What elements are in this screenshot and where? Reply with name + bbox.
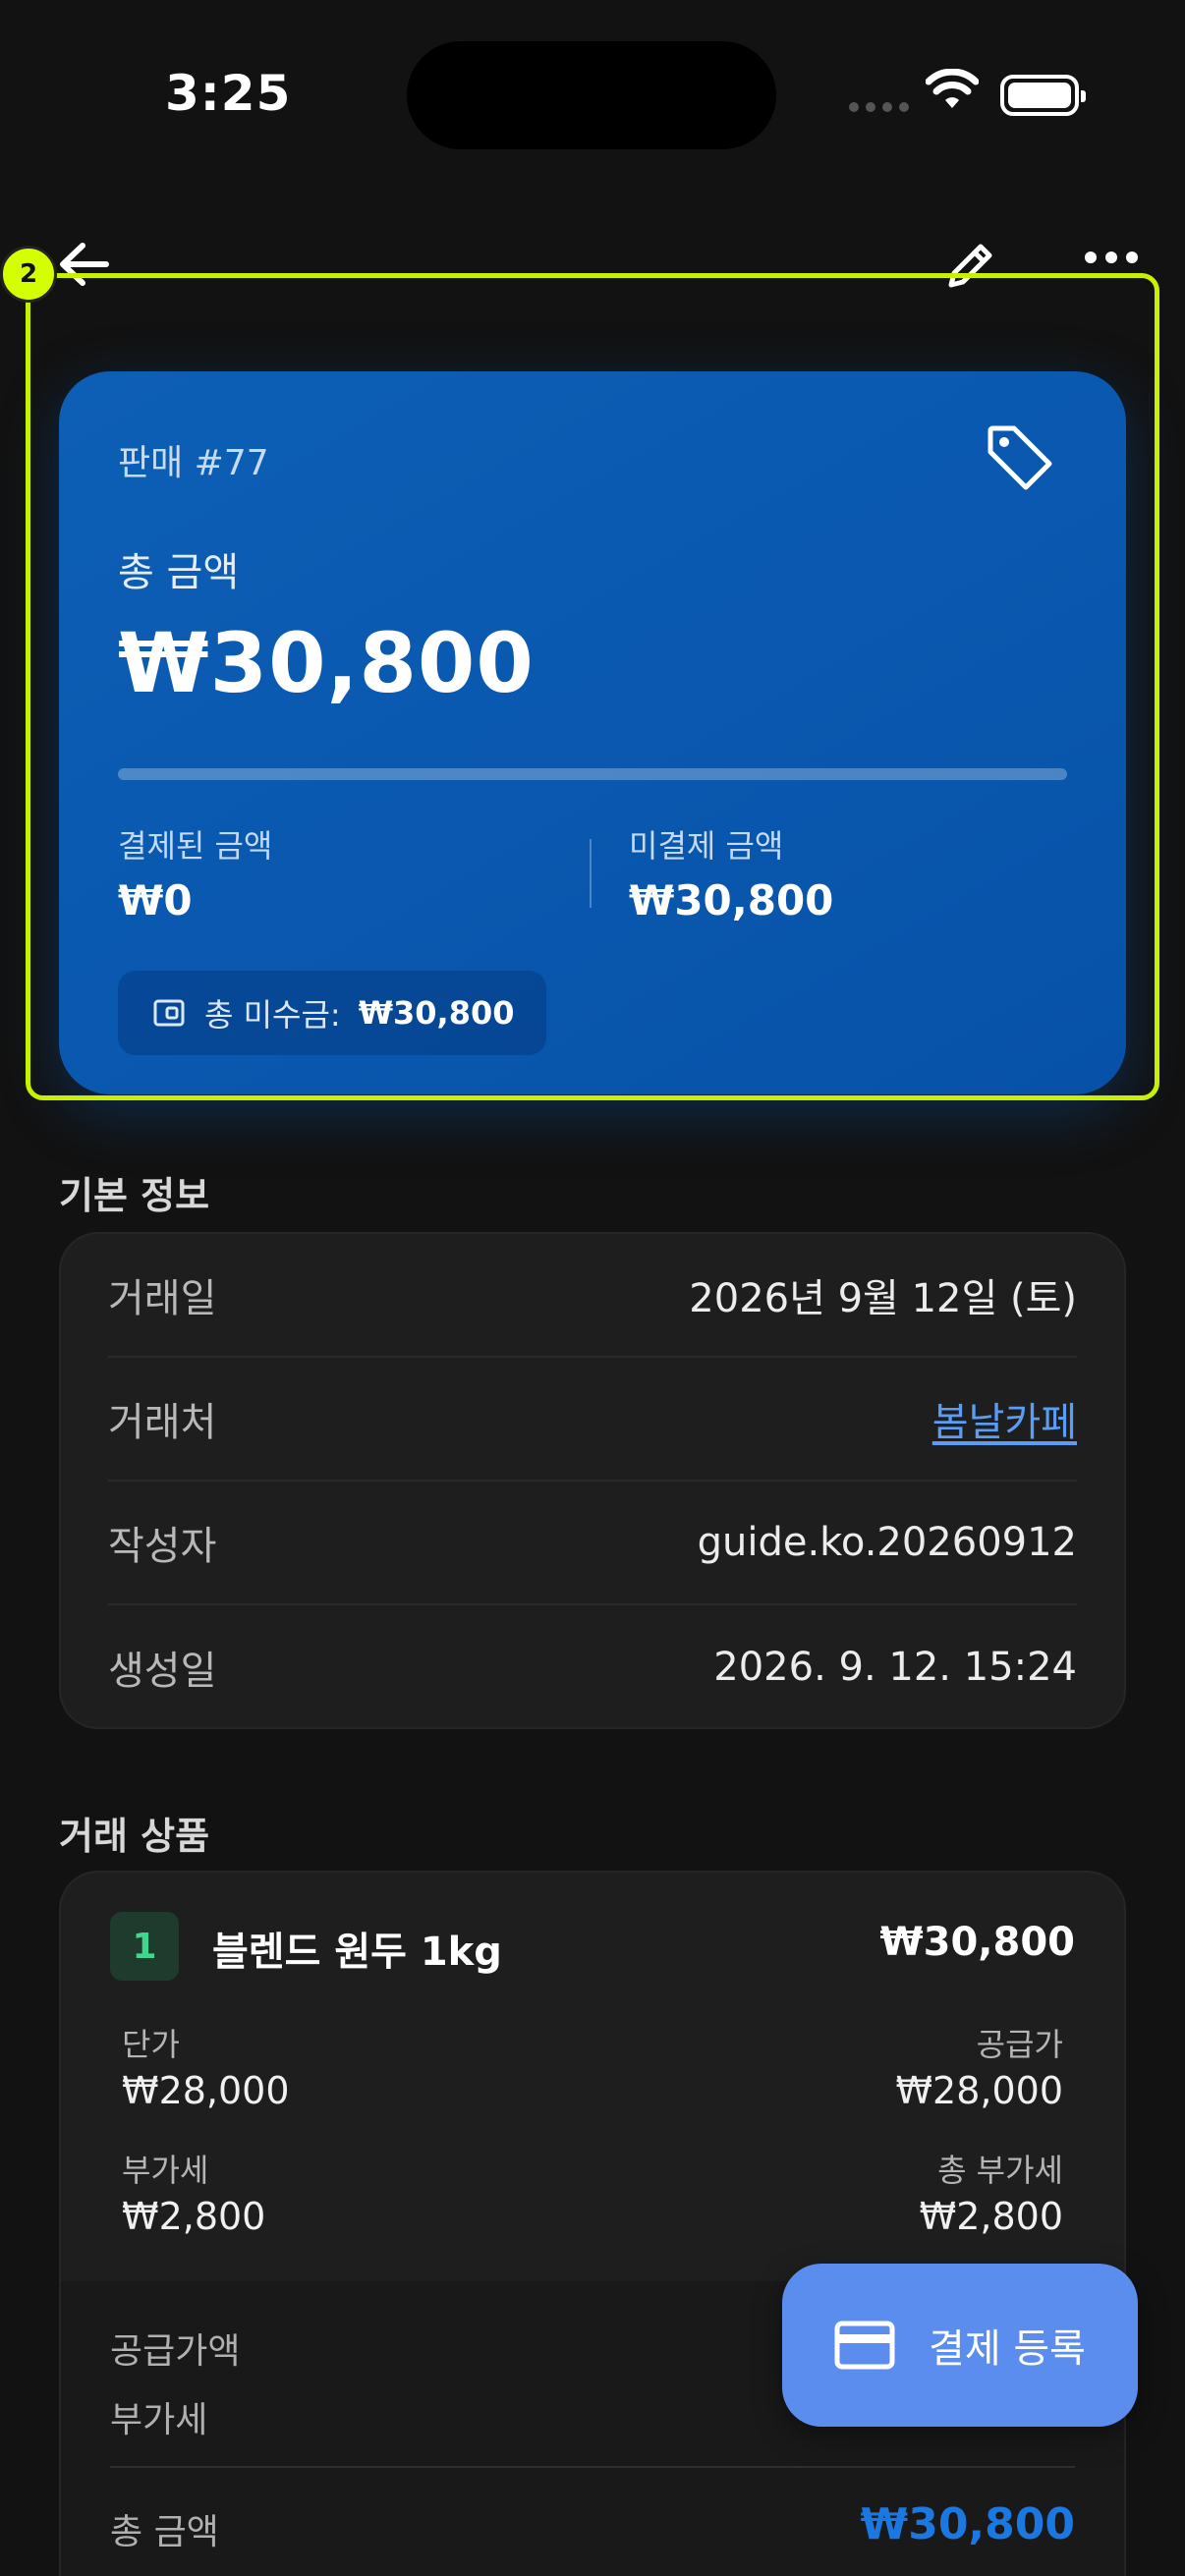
dynamic-island [407,41,776,149]
vat-total-label: 총 부가세 [937,2152,1063,2189]
items-section-title: 거래 상품 [59,1815,210,1858]
register-payment-label: 결제 등록 [929,2326,1086,2372]
supply-price-value: ₩28,000 [895,2069,1063,2112]
basic-info-card: 거래일 2026년 9월 12일 (토) 거래처 봄날카페 작성자 guide.… [59,1232,1126,1729]
annotation-badge: 2 [0,246,57,303]
info-value: guide.ko.20260912 [697,1520,1077,1565]
info-key: 거래처 [108,1400,217,1445]
info-value: 2026년 9월 12일 (토) [689,1276,1077,1321]
item-card[interactable]: 1 블렌드 원두 1kg ₩30,800 단가 ₩28,000 공급가 ₩28,… [59,1871,1126,2576]
register-payment-button[interactable]: 결제 등록 [782,2264,1138,2427]
summary-vat-label: 부가세 [110,2400,208,2440]
status-time: 3:25 [165,65,292,122]
cellular-signal-icon [849,102,909,112]
highlight-box [26,273,1159,1100]
basic-info-title: 기본 정보 [59,1174,210,1217]
vat-total-value: ₩2,800 [919,2195,1063,2238]
unit-price-value: ₩28,000 [122,2069,290,2112]
summary-divider [110,2466,1075,2468]
customer-link[interactable]: 봄날카페 [932,1390,1077,1447]
credit-card-icon [834,2321,895,2370]
item-index-badge: 1 [110,1912,179,1981]
wifi-icon [926,69,979,108]
info-row-transaction-date: 거래일 2026년 9월 12일 (토) [108,1234,1077,1358]
info-key: 생성일 [108,1649,217,1694]
info-key: 거래일 [108,1276,217,1321]
vat-value: ₩2,800 [122,2195,266,2238]
summary-total-label: 총 금액 [110,2512,219,2552]
info-row-created: 생성일 2026. 9. 12. 15:24 [108,1605,1077,1729]
unit-price-label: 단가 [122,2026,180,2063]
battery-icon [1000,75,1086,116]
info-key: 작성자 [108,1524,217,1569]
item-name: 블렌드 원두 1kg [212,1930,502,1975]
summary-supply-label: 공급가액 [110,2331,241,2372]
vat-label: 부가세 [122,2152,209,2189]
more-horizontal-icon[interactable] [1085,252,1138,263]
info-row-customer: 거래처 봄날카페 [108,1358,1077,1482]
info-value: 2026. 9. 12. 15:24 [713,1645,1077,1690]
item-total: ₩30,800 [879,1920,1075,1965]
supply-price-label: 공급가 [976,2026,1063,2063]
info-row-author: 작성자 guide.ko.20260912 [108,1482,1077,1605]
summary-total-value: ₩30,800 [860,2499,1075,2549]
